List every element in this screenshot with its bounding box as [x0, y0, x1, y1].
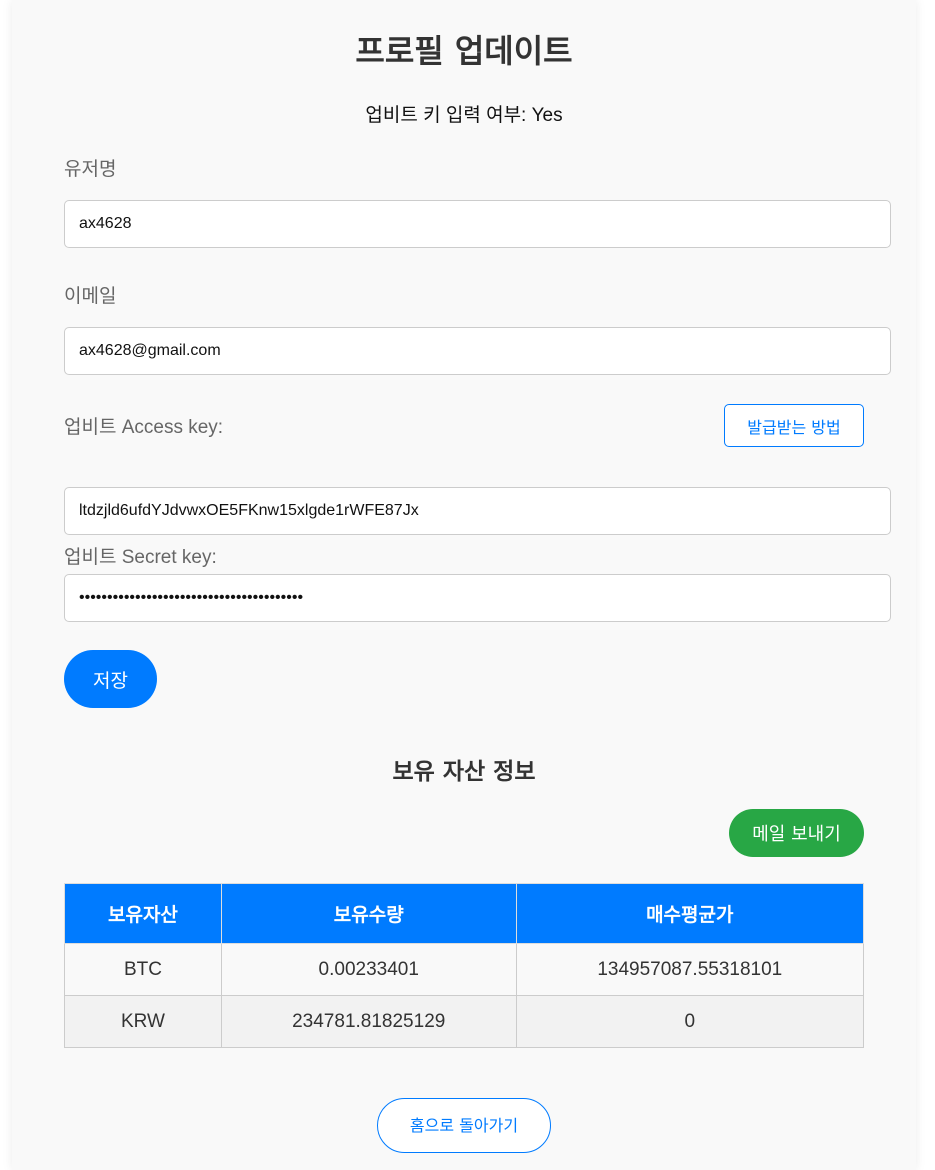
cell-avg-price: 0 — [515, 995, 865, 1048]
column-header-asset: 보유자산 — [64, 883, 222, 944]
username-label: 유저명 — [64, 159, 117, 180]
cell-asset: BTC — [64, 943, 222, 996]
table-row: BTC 0.00233401 134957087.55318101 — [64, 943, 865, 996]
secret-key-label: 업비트 Secret key: — [64, 547, 217, 568]
cell-avg-price: 134957087.55318101 — [515, 943, 865, 996]
secret-key-input[interactable] — [64, 574, 891, 622]
key-status-value: Yes — [531, 105, 563, 126]
access-key-input[interactable] — [64, 487, 891, 535]
save-button[interactable]: 저장 — [64, 650, 157, 708]
send-mail-button[interactable]: 메일 보내기 — [729, 809, 864, 857]
table-row: KRW 234781.81825129 0 — [64, 995, 865, 1048]
access-key-label: 업비트 Access key: — [64, 417, 224, 438]
page-title: 프로필 업데이트 — [355, 32, 573, 70]
cell-asset: KRW — [64, 995, 222, 1048]
email-input[interactable] — [64, 327, 891, 375]
column-header-avg-price: 매수평균가 — [515, 883, 865, 944]
column-header-quantity: 보유수량 — [220, 883, 517, 944]
key-status: 업비트 키 입력 여부: Yes — [12, 100, 916, 127]
assets-table: 보유자산 보유수량 매수평균가 BTC 0.00233401 134957087… — [64, 883, 865, 1048]
key-status-label: 업비트 키 입력 여부: — [365, 105, 532, 126]
username-input[interactable] — [64, 200, 891, 248]
issue-guide-button[interactable]: 발급받는 방법 — [724, 404, 864, 447]
cell-quantity: 0.00233401 — [220, 943, 517, 996]
profile-card: 프로필 업데이트 업비트 키 입력 여부: Yes 유저명 이메일 업비트 Ac… — [12, 0, 916, 1170]
cell-quantity: 234781.81825129 — [220, 995, 517, 1048]
assets-section-title: 보유 자산 정보 — [392, 759, 536, 785]
back-home-link[interactable]: 홈으로 돌아가기 — [377, 1098, 551, 1153]
table-header-row: 보유자산 보유수량 매수평균가 — [64, 883, 865, 944]
email-label: 이메일 — [64, 286, 117, 307]
